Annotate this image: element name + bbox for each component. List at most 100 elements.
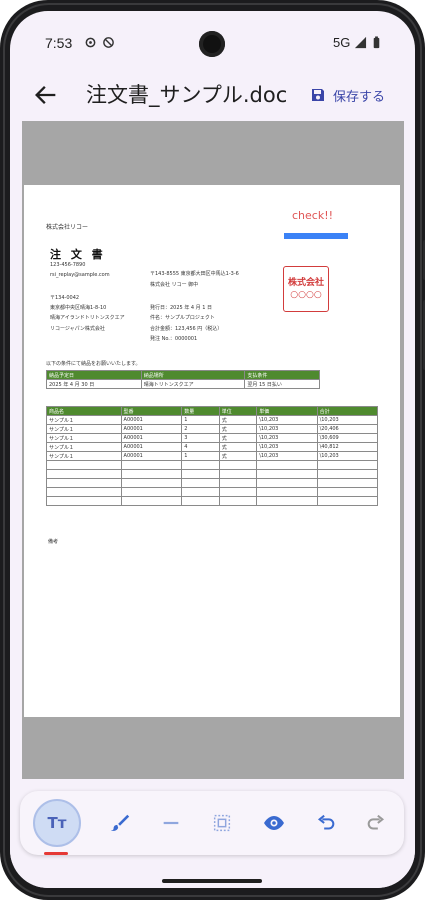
issue-date: 発行日：2025 年 4 月 1 日 bbox=[150, 305, 213, 311]
items-table: 商品名 型番 数量 単位 単価 合計 サンプル１ A00001 1 式 \10,203 \10,20… bbox=[46, 406, 379, 506]
table-cell: A00001 bbox=[120, 442, 183, 452]
terms-value-cell: 2025 年 4 月 30 日 bbox=[46, 379, 142, 389]
sender-building: 晴海アイランドトリトンスクエア bbox=[50, 315, 125, 321]
empty-cell bbox=[181, 469, 220, 479]
empty-cell bbox=[218, 469, 258, 479]
table-cell: 1 bbox=[181, 415, 220, 425]
select-tool-button[interactable] bbox=[204, 805, 240, 841]
settings-status-icon bbox=[85, 37, 96, 48]
dnd-status-icon bbox=[103, 37, 114, 48]
line-tool-button[interactable] bbox=[153, 805, 189, 841]
order-title: 注 文 書 bbox=[50, 248, 106, 261]
order-number: 発注 No.：0000001 bbox=[150, 336, 198, 342]
terms-header-cell: 納品予定日 bbox=[46, 370, 142, 380]
empty-table-row bbox=[46, 496, 379, 506]
empty-table-row bbox=[46, 460, 379, 470]
undo-button[interactable] bbox=[308, 805, 344, 841]
table-cell: 式 bbox=[218, 451, 258, 461]
undo-icon bbox=[317, 814, 335, 830]
table-row: サンプル１ A00001 2 式 \10,203 \20,406 bbox=[46, 424, 379, 434]
empty-cell bbox=[120, 487, 183, 497]
subject-line: 件名：サンプルプロジェクト bbox=[150, 315, 215, 321]
status-time: 7:53 bbox=[45, 35, 73, 51]
items-header-cell: 合計 bbox=[316, 406, 379, 416]
empty-cell bbox=[218, 496, 258, 506]
empty-cell bbox=[120, 460, 183, 470]
signal-icon bbox=[354, 36, 367, 49]
empty-cell bbox=[218, 487, 258, 497]
table-cell: \10,203 bbox=[316, 415, 379, 425]
table-cell: A00001 bbox=[120, 424, 183, 434]
remarks-label: 備考 bbox=[48, 539, 59, 545]
table-row: サンプル１ A00001 1 式 \10,203 \10,203 bbox=[46, 415, 379, 425]
save-button[interactable]: 保存する bbox=[310, 83, 385, 107]
table-cell: \10,203 bbox=[256, 442, 318, 452]
items-header-cell: 商品名 bbox=[46, 406, 122, 416]
text-tool-button[interactable]: Tт bbox=[33, 799, 81, 847]
select-area-icon bbox=[213, 814, 231, 832]
intro-text: 以下の条件にて納品をお願いいたします。 bbox=[46, 361, 141, 367]
highlight-annotation[interactable] bbox=[284, 233, 348, 239]
battery-icon bbox=[373, 36, 380, 49]
sender-postal: 〒134-0042 bbox=[50, 295, 80, 301]
table-row: サンプル１ A00001 4 式 \10,203 \40,812 bbox=[46, 442, 379, 452]
text-tool-icon: Tт bbox=[47, 814, 67, 832]
status-bar: 7:53 5G bbox=[10, 11, 415, 63]
gesture-nav-bar[interactable] bbox=[162, 879, 262, 883]
document-title: 注文書_サンプル.docx bbox=[86, 83, 286, 107]
stamp-line-1: 株式会社 bbox=[287, 278, 324, 288]
recipient-postal: 〒143-8555 東京都大田区中馬込1-3-6 bbox=[150, 271, 239, 277]
terms-header-cell: 支払条件 bbox=[244, 370, 320, 380]
check-annotation[interactable]: check!! bbox=[292, 209, 333, 222]
items-header-cell: 単価 bbox=[256, 406, 318, 416]
phone-number: 123-456-7890 bbox=[50, 262, 86, 268]
empty-cell bbox=[256, 496, 318, 506]
front-camera bbox=[199, 31, 225, 57]
sender-company: リコージャパン株式会社 bbox=[50, 326, 105, 332]
terms-value-cell: 翌月 15 日払い bbox=[244, 379, 320, 389]
empty-cell bbox=[46, 478, 122, 488]
email-address: rsi_replay@sample.com bbox=[50, 272, 110, 278]
annotation-toolbar: Tт bbox=[20, 791, 404, 855]
empty-cell bbox=[120, 469, 183, 479]
table-cell: 2 bbox=[181, 424, 220, 434]
table-cell: 3 bbox=[181, 433, 220, 443]
empty-cell bbox=[316, 487, 379, 497]
view-tool-button[interactable] bbox=[256, 805, 292, 841]
table-cell: 式 bbox=[218, 415, 258, 425]
empty-cell bbox=[46, 460, 122, 470]
empty-cell bbox=[316, 469, 379, 479]
eye-icon bbox=[264, 816, 284, 830]
table-cell: 式 bbox=[218, 442, 258, 452]
document-canvas[interactable]: 株式会社リコー 注 文 書 123-456-7890 rsi_replay@sa… bbox=[22, 121, 404, 779]
save-label: 保存する bbox=[333, 89, 386, 105]
empty-table-row bbox=[46, 478, 379, 488]
empty-cell bbox=[218, 478, 258, 488]
table-cell: \30,609 bbox=[316, 433, 379, 443]
brush-tool-button[interactable] bbox=[102, 805, 138, 841]
table-cell: A00001 bbox=[120, 433, 183, 443]
empty-cell bbox=[256, 469, 318, 479]
table-cell: 式 bbox=[218, 433, 258, 443]
empty-cell bbox=[256, 487, 318, 497]
empty-cell bbox=[256, 478, 318, 488]
empty-cell bbox=[181, 496, 220, 506]
table-cell: サンプル１ bbox=[46, 424, 122, 434]
back-arrow-icon[interactable] bbox=[32, 81, 60, 109]
empty-cell bbox=[256, 460, 318, 470]
document-page[interactable]: 株式会社リコー 注 文 書 123-456-7890 rsi_replay@sa… bbox=[24, 185, 400, 717]
sender-address: 東京都中央区晴海1-8-10 bbox=[50, 305, 107, 311]
items-header-cell: 型番 bbox=[120, 406, 183, 416]
terms-value-cell: 晴海トリトンスクエア bbox=[140, 379, 246, 389]
company-stamp: 株式会社 ○○○○ bbox=[283, 266, 329, 312]
items-header-cell: 数量 bbox=[181, 406, 220, 416]
table-row: サンプル１ A00001 3 式 \10,203 \30,609 bbox=[46, 433, 379, 443]
table-cell: 式 bbox=[218, 424, 258, 434]
bottom-area: Tт bbox=[10, 779, 415, 888]
empty-cell bbox=[46, 487, 122, 497]
empty-cell bbox=[316, 496, 379, 506]
table-cell: A00001 bbox=[120, 415, 183, 425]
app-bar: 注文書_サンプル.docx 保存する bbox=[10, 69, 415, 121]
redo-icon bbox=[367, 814, 385, 830]
redo-button[interactable] bbox=[358, 805, 394, 841]
